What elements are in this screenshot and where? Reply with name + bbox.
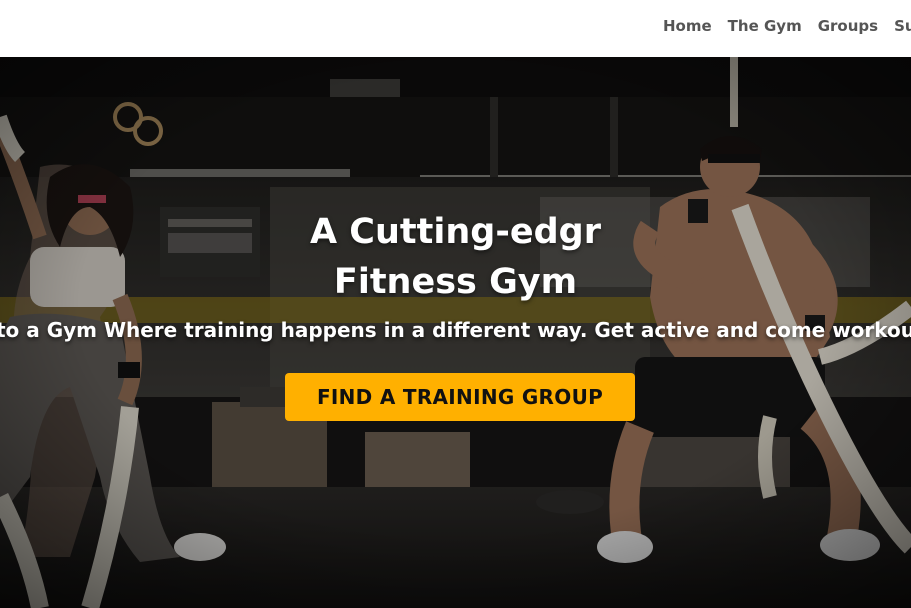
hero-title-line-2: Fitness Gym: [333, 262, 578, 302]
hero-subtitle: to a Gym Where training happens in a dif…: [0, 318, 911, 342]
nav-links: Home The Gym Groups Supp: [663, 16, 911, 36]
hero-title: A Cutting-edgr Fitness Gym: [0, 207, 911, 307]
nav-link-home[interactable]: Home: [663, 16, 712, 36]
hero-title-line-1: A Cutting-edgr: [310, 212, 601, 252]
nav-link-the-gym[interactable]: The Gym: [728, 16, 802, 36]
hero-section: A Cutting-edgr Fitness Gym to a Gym Wher…: [0, 57, 911, 608]
nav-link-groups[interactable]: Groups: [818, 16, 878, 36]
navbar: Home The Gym Groups Supp: [0, 0, 911, 57]
find-training-group-button[interactable]: FIND A TRAINING GROUP: [285, 373, 635, 421]
nav-link-support[interactable]: Supp: [894, 16, 911, 36]
